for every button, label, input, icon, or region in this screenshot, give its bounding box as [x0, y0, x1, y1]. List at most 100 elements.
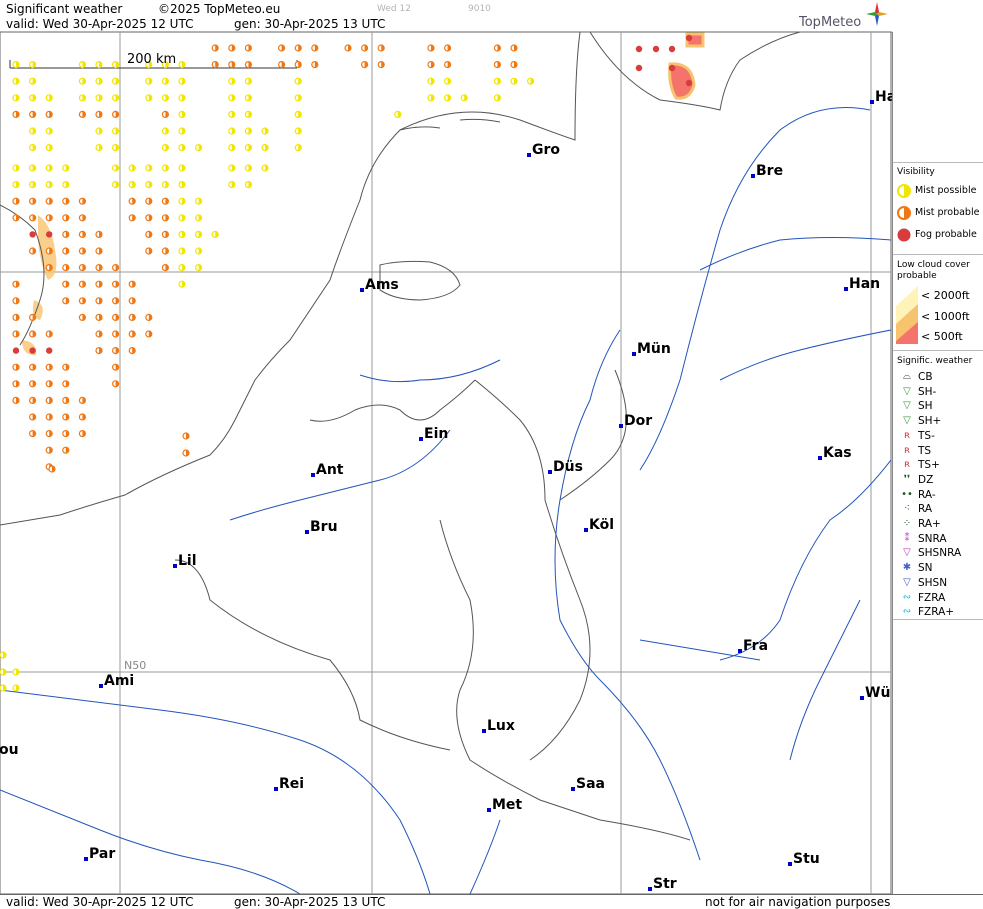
graticule — [0, 32, 891, 894]
mist-symbol — [427, 60, 435, 69]
mist-symbol — [294, 77, 302, 85]
legend-lc-500: < 500ft — [921, 330, 963, 343]
legend-sigwx-item: TS- — [918, 429, 935, 442]
mist-symbol — [12, 214, 20, 222]
mist-symbol — [12, 197, 20, 205]
mist-symbol — [111, 330, 120, 338]
mist-symbol — [12, 280, 20, 288]
city-label: Met — [492, 797, 523, 813]
city-marker — [482, 729, 486, 733]
mist-symbol — [78, 60, 87, 69]
mist-symbol — [12, 313, 20, 321]
mist-symbol — [244, 144, 252, 152]
legend-sigwx-item: SN — [918, 562, 933, 575]
mist-possible-icon — [897, 184, 911, 198]
city-label: Bru — [310, 519, 338, 535]
shower-icon: ▽ — [903, 400, 911, 412]
mist-symbol — [493, 77, 501, 85]
mist-symbol — [145, 230, 153, 238]
city-marker — [173, 564, 177, 568]
mist-symbol — [95, 264, 103, 272]
shower-light-icon: ▽ — [903, 385, 911, 397]
mist-symbol — [178, 247, 186, 255]
fog-probable-icon — [897, 228, 911, 242]
mist-symbol — [78, 110, 87, 119]
mist-symbol — [493, 60, 501, 69]
city-label: Lil — [178, 553, 197, 569]
legend-sigwx-item: TS+ — [918, 459, 940, 472]
mist-symbol — [28, 110, 37, 119]
city-marker — [571, 787, 575, 791]
city-marker — [751, 174, 755, 178]
mist-symbol — [244, 94, 252, 102]
mist-symbol — [45, 330, 53, 338]
rain-heavy-icon: ⁘ — [902, 518, 912, 529]
mist-symbol — [182, 432, 190, 440]
mist-symbol — [145, 313, 153, 321]
mist-symbol — [510, 60, 518, 69]
fog-symbol — [12, 347, 20, 354]
mist-symbol — [28, 164, 37, 172]
mist-symbol — [444, 94, 452, 102]
city-marker — [548, 470, 552, 474]
mist-symbol — [145, 330, 153, 338]
legend-sigwx-title: Signific. weather — [897, 356, 973, 366]
mist-symbol — [178, 144, 186, 152]
mist-symbol — [195, 247, 203, 255]
city-marker — [311, 473, 315, 477]
mist-symbol — [178, 110, 186, 119]
mist-symbol — [178, 164, 186, 172]
mist-symbol — [95, 330, 103, 338]
fog-symbol — [668, 45, 676, 53]
legend-sigwx-item: RA+ — [918, 518, 941, 530]
legend-mist-possible: Mist possible — [915, 185, 977, 196]
mist-symbol — [45, 127, 53, 135]
footer-valid-time: valid: Wed 30-Apr-2025 12 UTC — [6, 895, 194, 909]
mist-symbol — [95, 347, 103, 355]
city-marker — [648, 887, 652, 891]
mist-symbol — [228, 181, 236, 189]
mist-symbol — [145, 214, 153, 222]
city-label: Lux — [487, 718, 515, 734]
mist-symbol — [12, 396, 20, 404]
city-marker — [788, 862, 792, 866]
city-marker — [360, 288, 364, 292]
mist-symbol — [178, 94, 186, 102]
fog-symbol — [29, 347, 36, 354]
mist-symbol — [493, 44, 501, 52]
mist-symbol — [145, 77, 153, 85]
mist-symbol — [128, 197, 136, 205]
legend-visibility-title: Visibility — [897, 167, 935, 177]
city-label: Kas — [823, 445, 852, 461]
mist-symbol — [95, 77, 103, 85]
city-label: ou — [0, 742, 19, 758]
city-marker — [619, 424, 623, 428]
mist-symbol — [128, 347, 136, 355]
mist-symbol — [228, 44, 236, 52]
mist-symbol — [12, 330, 20, 338]
mist-symbol — [195, 144, 203, 152]
mist-symbol — [128, 297, 136, 305]
mist-symbol — [178, 60, 186, 69]
city-marker — [84, 857, 88, 861]
legend-lc-1000: < 1000ft — [921, 310, 970, 323]
mist-symbol — [161, 110, 169, 119]
mist-symbol — [95, 94, 103, 102]
mist-symbol — [128, 330, 136, 338]
city-marker — [99, 684, 103, 688]
mist-symbol — [261, 164, 269, 172]
city-marker — [419, 437, 423, 441]
rivers — [0, 107, 892, 895]
mist-symbol — [361, 60, 369, 69]
city-label: Gro — [532, 142, 561, 158]
mist-symbol — [28, 413, 37, 421]
fog-symbol — [668, 64, 676, 72]
mist-symbol — [62, 247, 70, 255]
city-marker — [818, 456, 822, 460]
mist-symbol — [195, 197, 203, 205]
mist-symbol — [48, 465, 56, 473]
legend-lowcloud-title: Low cloud cover probable — [897, 260, 970, 281]
city-label: Saa — [576, 776, 605, 792]
mist-symbol — [45, 164, 53, 172]
mist-symbol — [361, 44, 369, 52]
